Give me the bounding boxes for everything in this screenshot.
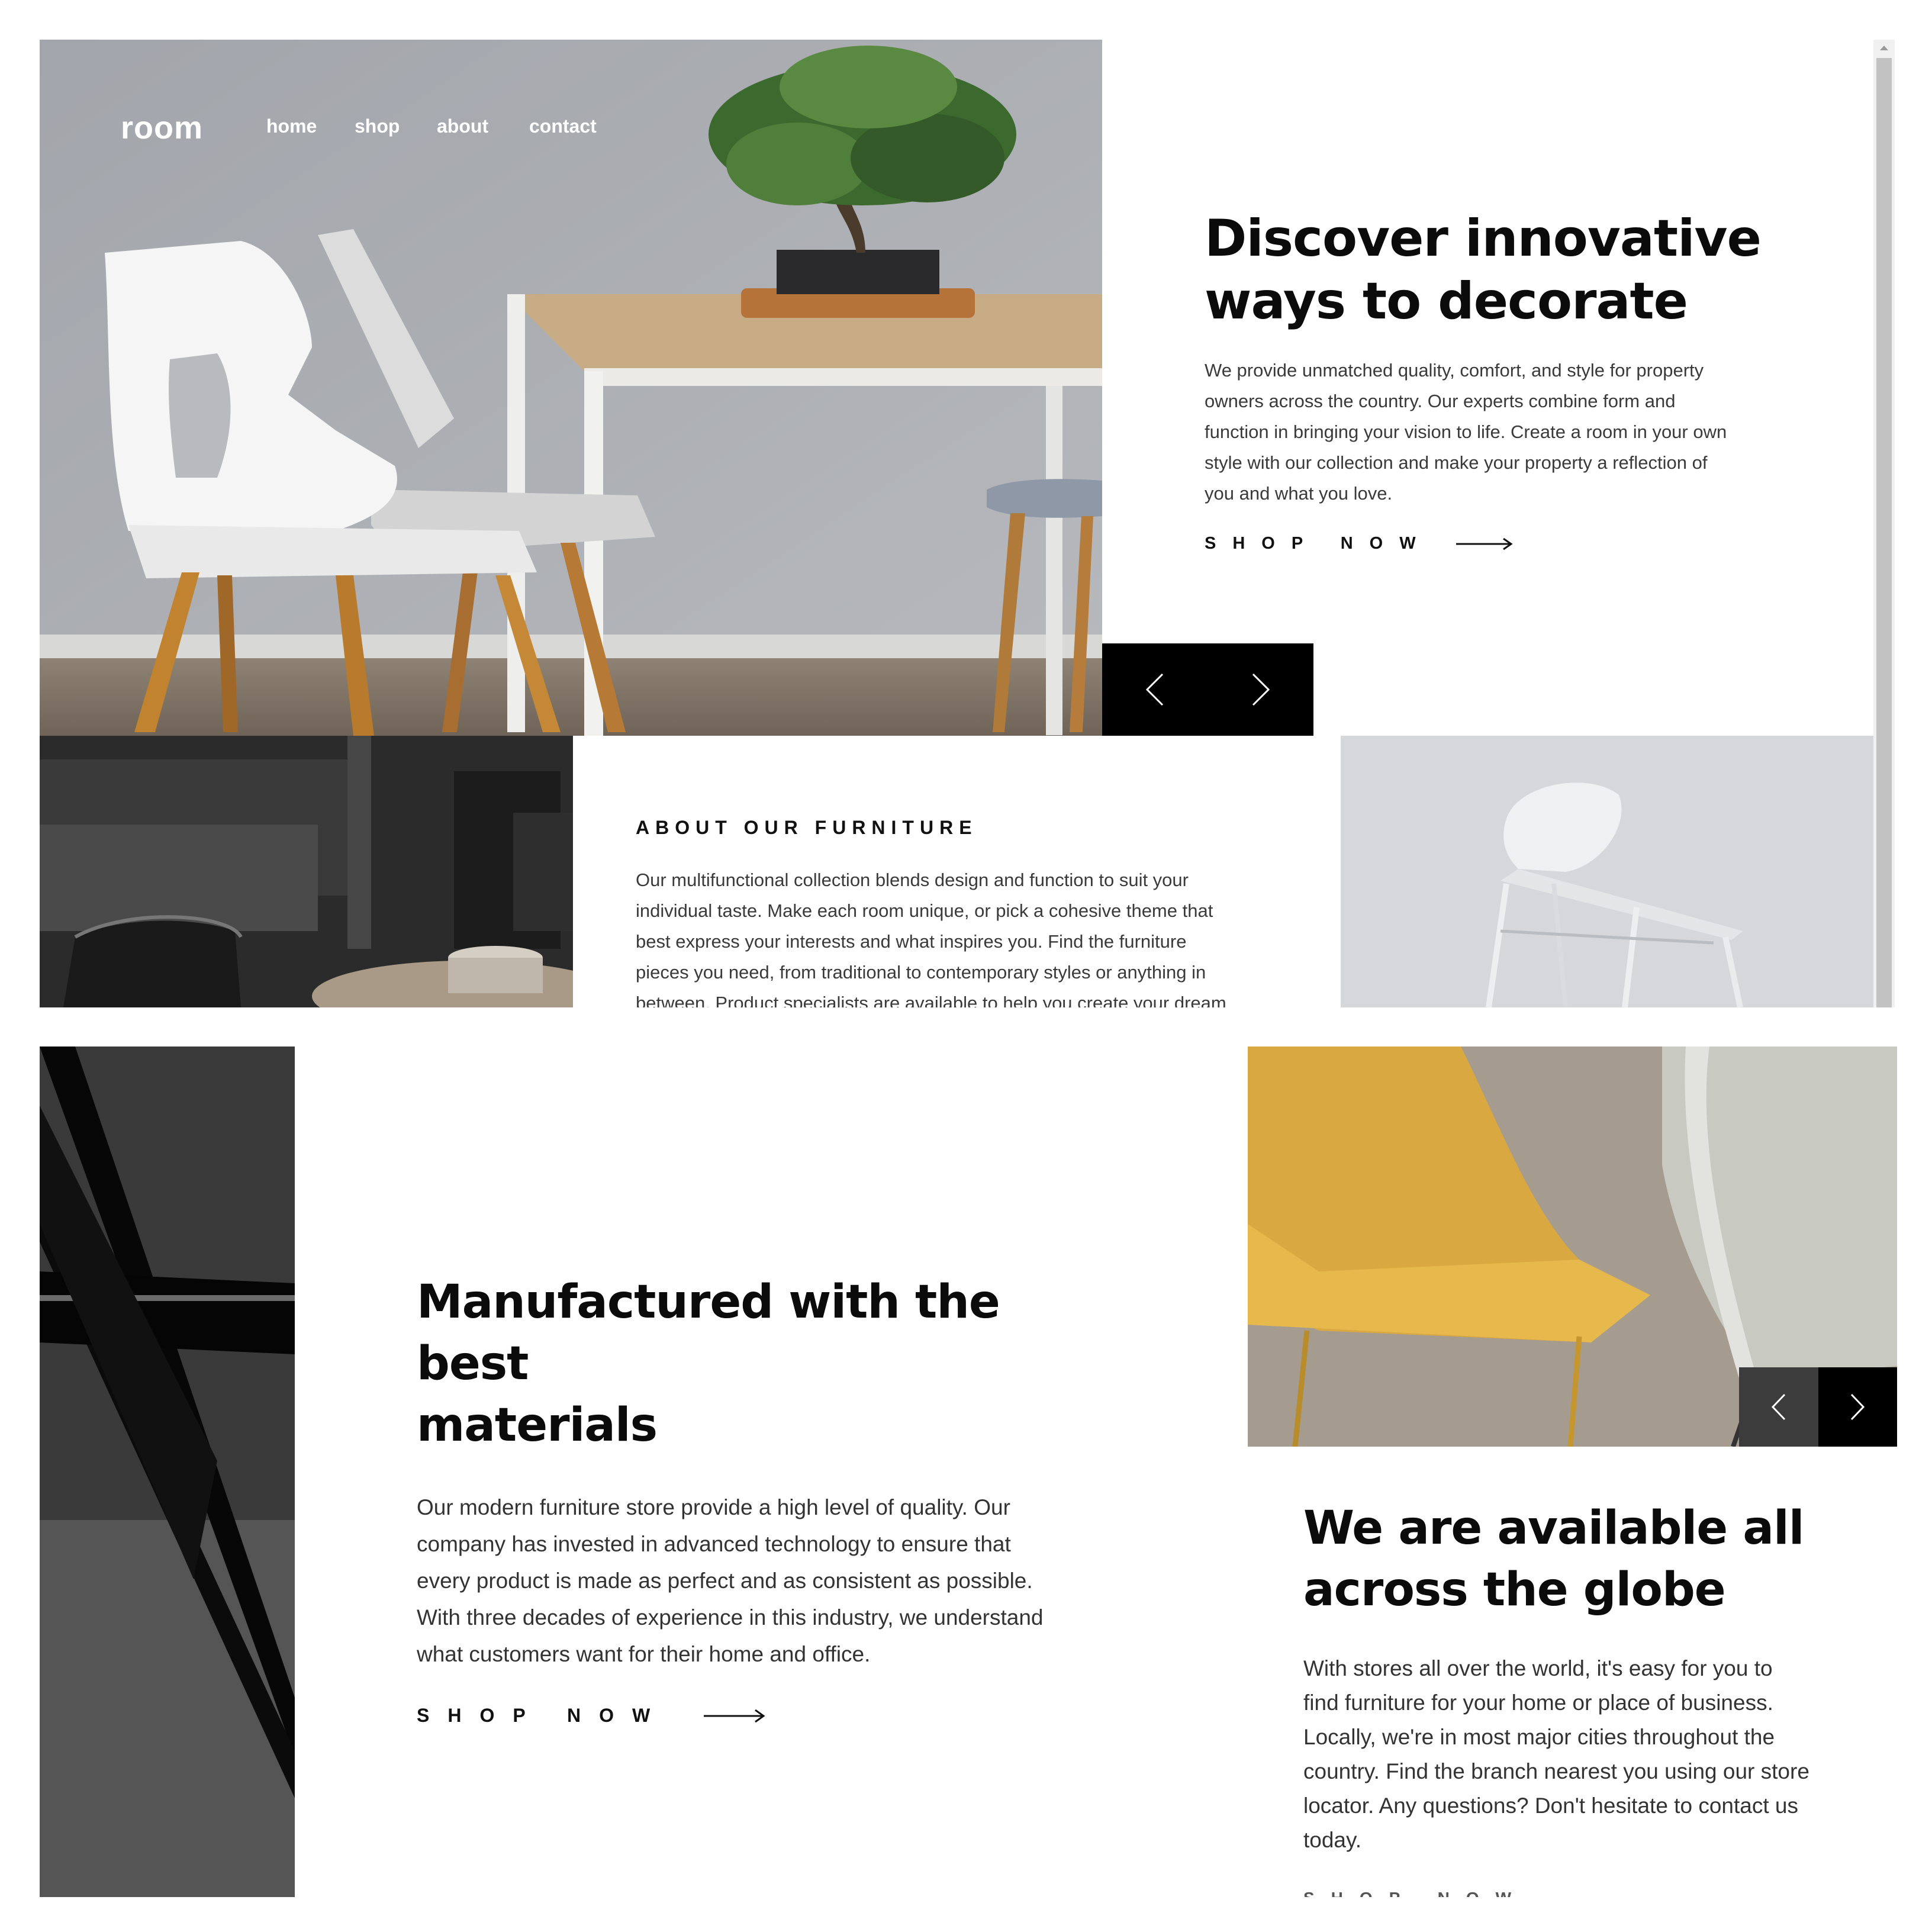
slider-prev-button[interactable] [1739,1367,1818,1447]
hero-copy: Discover innovative ways to decorate We … [1205,207,1785,553]
globe-slider-controls [1739,1367,1897,1447]
hero-body-line: you and what you love. [1205,483,1393,504]
black-chair-image [40,1046,295,1897]
site-logo[interactable]: room [121,110,203,146]
hero-body: We provide unmatched quality, comfort, a… [1205,355,1785,509]
materials-body-line: every product is made as perfect and as … [417,1569,1033,1593]
globe-shop-now-link[interactable]: SHOP NOW [1303,1891,1635,1897]
globe-heading-line-1: We are available all [1303,1502,1804,1555]
globe-body-line: find furniture for your home or place of… [1303,1690,1773,1715]
materials-body-line: Our modern furniture store provide a hig… [417,1495,1010,1519]
about-body-line: between. Product specialists are availab… [636,993,1226,1007]
materials-heading-line-2: materials [417,1399,658,1452]
chevron-right-icon [1850,1393,1865,1421]
slider-prev-button[interactable] [1102,643,1208,736]
slider-next-button[interactable] [1818,1367,1897,1447]
nav-about-link[interactable]: about [437,115,488,137]
about-body-line: Our multifunctional collection blends de… [636,870,1189,890]
about-heading: ABOUT OUR FURNITURE [636,817,978,838]
globe-heading-line-2: across the globe [1303,1563,1726,1617]
hero-body-line: owners across the country. Our experts c… [1205,391,1676,411]
slider-next-button[interactable] [1208,643,1314,736]
scroll-up-arrow-icon[interactable] [1878,41,1891,54]
hero-body-line: function in bringing your vision to life… [1205,421,1727,442]
materials-body-line: With three decades of experience in this… [417,1605,1044,1630]
about-section: ABOUT OUR FURNITURE Our multifunctional … [636,817,1275,1007]
about-body: Our multifunctional collection blends de… [636,865,1275,1007]
materials-body-line: what customers want for their home and o… [417,1642,871,1666]
hero-heading-line-1: Discover innovative [1205,209,1762,268]
nav-home-link[interactable]: home [266,115,317,137]
globe-body-line: With stores all over the world, it's eas… [1303,1656,1773,1680]
hero-body-line: We provide unmatched quality, comfort, a… [1205,360,1704,381]
shop-now-label: SHOP NOW [417,1705,669,1726]
nav-contact-link[interactable]: contact [529,115,597,137]
hero-heading: Discover innovative ways to decorate [1205,207,1785,333]
arrow-right-icon [1456,537,1513,551]
white-chair-image [1341,736,1873,1007]
materials-heading: Manufactured with the best materials [417,1271,1115,1456]
scrollbar-thumb[interactable] [1876,58,1892,1007]
materials-body: Our modern furniture store provide a hig… [417,1489,1115,1673]
top-nav: room home shop about contact [40,40,1102,158]
shop-now-label: SHOP NOW [1205,534,1432,553]
chevron-left-icon [1145,673,1165,706]
globe-body: With stores all over the world, it's eas… [1303,1651,1848,1857]
globe-body-line: locator. Any questions? Don't hesitate t… [1303,1793,1798,1818]
about-body-line: individual taste. Make each room unique,… [636,900,1213,921]
globe-heading: We are available all across the globe [1303,1498,1848,1621]
chevron-right-icon [1251,673,1271,706]
materials-section: Manufactured with the best materials Our… [417,1271,1115,1727]
globe-body-line: today. [1303,1828,1362,1852]
chevron-left-icon [1771,1393,1786,1421]
arrow-right-icon [704,1708,765,1724]
about-body-line: best express your interests and what ins… [636,931,1187,952]
globe-section: We are available all across the globe Wi… [1303,1498,1848,1857]
hero-shop-now-link[interactable]: SHOP NOW [1205,534,1785,553]
shop-now-label: SHOP NOW [1303,1891,1635,1897]
nav-shop-link[interactable]: shop [355,115,400,137]
about-body-line: pieces you need, from traditional to con… [636,962,1206,983]
materials-heading-line-1: Manufactured with the best [417,1276,1000,1390]
about-dark-image [40,736,573,1007]
globe-body-line: country. Find the branch nearest you usi… [1303,1759,1809,1783]
materials-body-line: company has invested in advanced technol… [417,1532,1011,1556]
globe-body-line: Locally, we're in most major cities thro… [1303,1725,1775,1749]
materials-shop-now-link[interactable]: SHOP NOW [417,1705,1115,1727]
hero-slider-controls [1102,643,1313,736]
hero-heading-line-2: ways to decorate [1205,272,1688,331]
hero-body-line: style with our collection and make your … [1205,452,1708,473]
